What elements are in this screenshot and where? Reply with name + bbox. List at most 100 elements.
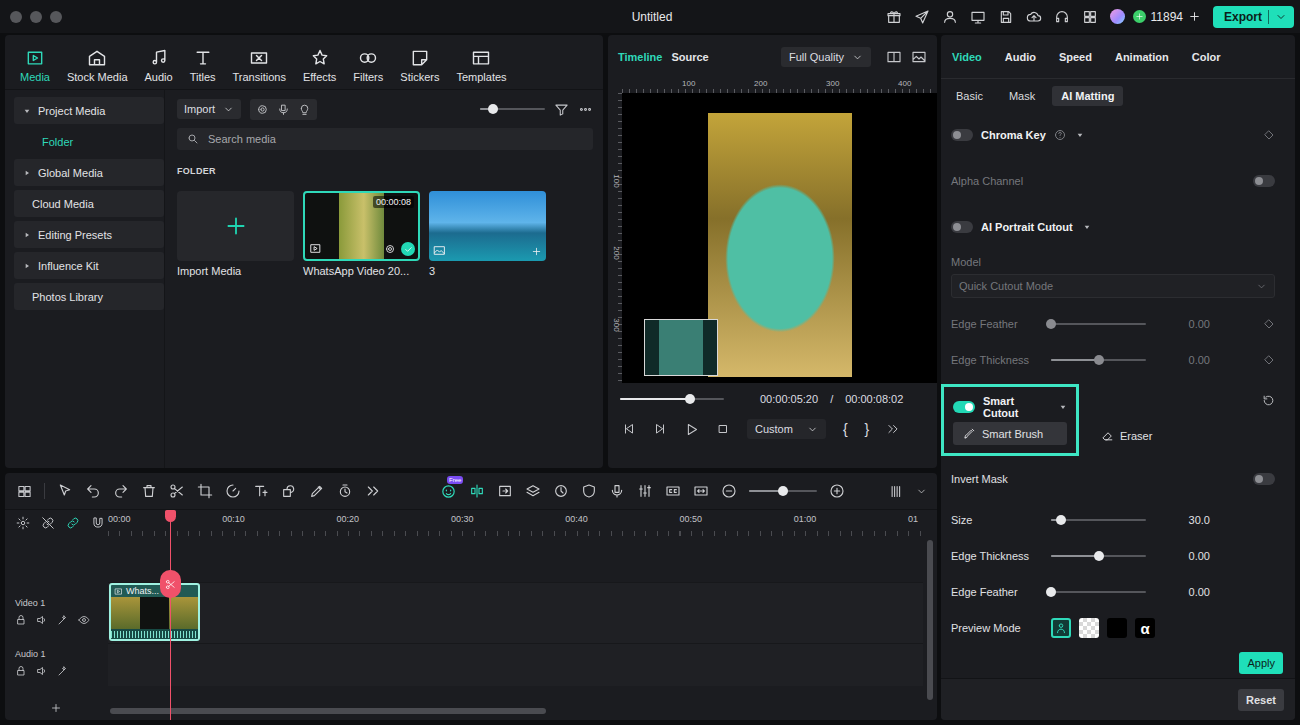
media-tab[interactable]: Media [17, 48, 53, 83]
scroll-thumb[interactable] [927, 540, 933, 700]
preview-mode-option[interactable] [1107, 618, 1127, 638]
property-tab[interactable]: Color [1192, 51, 1221, 63]
layers-button[interactable] [525, 483, 541, 499]
sidebar-item[interactable]: Global Media [14, 159, 164, 186]
search-input[interactable] [206, 132, 583, 146]
more-button[interactable] [578, 102, 593, 117]
scissors-button[interactable] [169, 483, 185, 499]
slider[interactable] [1051, 519, 1146, 521]
eraser-button[interactable]: Eraser [1091, 424, 1162, 447]
ffwd-button[interactable] [365, 483, 381, 499]
media-tab[interactable]: Titles [187, 48, 219, 83]
pointer-button[interactable] [57, 483, 73, 499]
slider-knob[interactable] [1094, 551, 1104, 561]
exportbox-button[interactable] [497, 483, 513, 499]
lock-button[interactable] [15, 665, 27, 677]
scroll-thumb[interactable] [110, 708, 546, 714]
apps-button[interactable] [1082, 9, 1098, 25]
slider[interactable] [1051, 359, 1146, 361]
undo-button[interactable] [85, 483, 101, 499]
property-tab[interactable]: Speed [1059, 51, 1092, 63]
preview-mode-option[interactable]: α [1135, 618, 1155, 638]
diamond-icon[interactable] [1263, 354, 1275, 366]
property-tab[interactable]: Video [952, 51, 982, 63]
link-button[interactable] [66, 516, 80, 530]
preview-tab[interactable]: Timeline [618, 51, 662, 63]
expand-arrow-icon[interactable] [1083, 223, 1091, 231]
cc-button[interactable] [665, 483, 681, 499]
more-controls-button[interactable] [886, 422, 900, 436]
mute-button[interactable] [36, 665, 48, 677]
close-button[interactable] [10, 11, 22, 23]
filter-button[interactable] [554, 102, 569, 117]
play-button[interactable] [684, 422, 699, 437]
trash-button[interactable] [141, 483, 157, 499]
slider-knob[interactable] [488, 104, 498, 114]
gift-button[interactable] [886, 9, 902, 25]
settings-button[interactable] [16, 516, 30, 530]
send-button[interactable] [914, 9, 930, 25]
effects-button[interactable] [57, 614, 69, 626]
zoom-in-button[interactable] [829, 483, 845, 499]
timeline-ruler[interactable]: 00:0000:1000:2000:3000:4000:5001:0001 [108, 510, 923, 536]
sidebar-item[interactable]: Project Media [14, 97, 164, 124]
media-tab[interactable]: Transitions [230, 48, 289, 83]
slider-knob[interactable] [1046, 587, 1056, 597]
split-view-button[interactable] [886, 49, 902, 65]
sidebar-item[interactable]: Folder [14, 128, 164, 155]
text-button[interactable] [253, 483, 269, 499]
video-clip[interactable]: Whats... [109, 583, 200, 641]
chevron-icon[interactable] [1275, 11, 1287, 23]
avatar-icon[interactable] [1110, 9, 1125, 24]
horizontal-scrollbar[interactable] [108, 706, 923, 720]
property-subtab[interactable]: Mask [1000, 86, 1044, 106]
quality-dropdown[interactable]: Full Quality [781, 47, 871, 67]
preview-mode-option[interactable] [1051, 618, 1071, 638]
export-button[interactable]: Export [1213, 6, 1294, 28]
model-dropdown[interactable]: Quick Cutout Mode [951, 274, 1275, 298]
shape-button[interactable] [281, 483, 297, 499]
toggle-switch[interactable] [951, 221, 973, 233]
timer-button[interactable] [337, 483, 353, 499]
scissors-marker[interactable] [160, 570, 181, 598]
cloud-button[interactable] [1026, 9, 1042, 25]
media-tab[interactable]: Audio [142, 48, 176, 83]
toolbar-menu-button[interactable] [916, 486, 927, 497]
media-tab[interactable]: Stock Media [64, 48, 131, 83]
mark-in-button[interactable]: { [843, 421, 848, 437]
voice-button[interactable] [298, 103, 311, 116]
slider[interactable] [1051, 555, 1146, 557]
snapshot-button[interactable] [911, 49, 927, 65]
search-field[interactable] [177, 128, 593, 150]
slider[interactable] [1051, 323, 1146, 325]
toggle-switch[interactable] [951, 129, 973, 141]
redo-button[interactable] [113, 483, 129, 499]
record-button[interactable] [256, 103, 269, 116]
mixer-button[interactable] [637, 483, 653, 499]
speed-button[interactable] [225, 483, 241, 499]
media-thumbnail[interactable] [177, 191, 294, 261]
toggle-switch[interactable] [1253, 473, 1275, 485]
crop-button[interactable] [197, 483, 213, 499]
apply-button[interactable]: Apply [1239, 652, 1283, 674]
sidebar-item[interactable]: Cloud Media [14, 190, 164, 217]
property-subtab[interactable]: AI Matting [1052, 86, 1123, 106]
monitor-button[interactable] [970, 9, 986, 25]
preview-tab[interactable]: Source [671, 51, 708, 63]
sidebar-item[interactable]: Influence Kit [14, 252, 164, 279]
plus-icon[interactable] [1188, 10, 1201, 23]
media-tab[interactable]: Stickers [397, 48, 442, 83]
slider[interactable] [1051, 591, 1146, 593]
headset-button[interactable] [1054, 9, 1070, 25]
media-card[interactable]: 3 [429, 191, 546, 277]
mute-button[interactable] [36, 614, 48, 626]
track-lane[interactable]: Whats... [108, 582, 923, 643]
expand-arrow-icon[interactable] [1059, 403, 1067, 411]
snap-button[interactable] [91, 516, 105, 530]
slider[interactable] [620, 398, 724, 400]
save-button[interactable] [998, 9, 1014, 25]
help-icon[interactable] [1054, 129, 1066, 141]
media-tab[interactable]: Templates [453, 48, 509, 83]
preview-mode-option[interactable] [1079, 618, 1099, 638]
vertical-scrollbar[interactable] [923, 510, 937, 720]
